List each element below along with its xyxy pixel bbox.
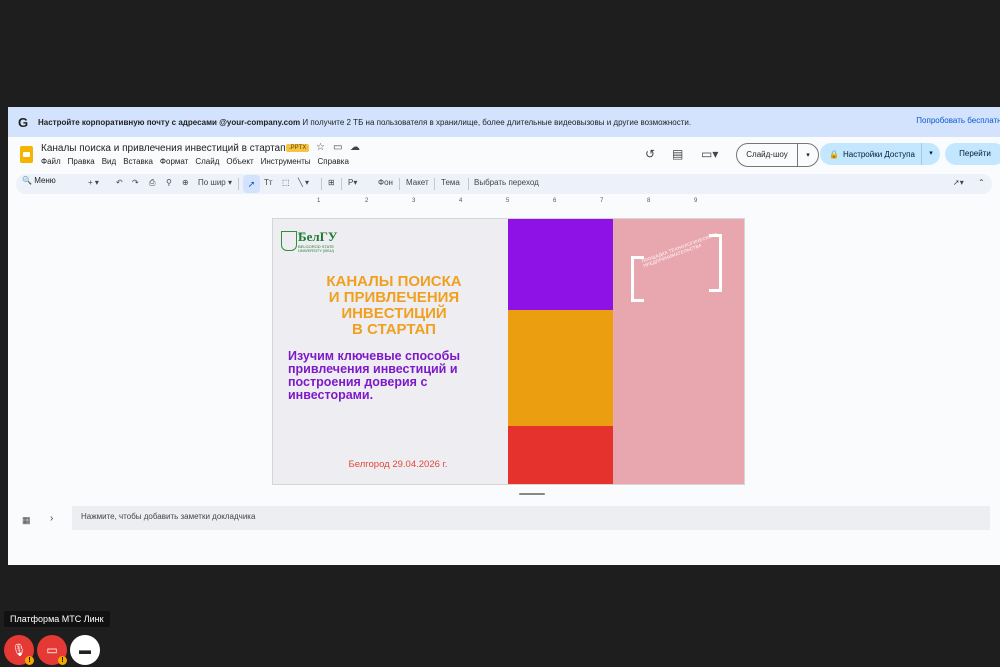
horizontal-ruler: 1 2 3 4 5 6 7 8 9 [317, 198, 698, 204]
mic-off-icon: 🎙 [11, 643, 27, 657]
menu-file[interactable]: Файл [41, 157, 61, 166]
menu-format[interactable]: Формат [160, 157, 188, 166]
paint-format-icon[interactable]: ⚲ [166, 178, 172, 187]
go-button[interactable]: Перейти [945, 143, 1000, 165]
resize-handle[interactable] [519, 493, 545, 495]
divider [468, 178, 469, 190]
divider [321, 178, 322, 190]
menu-bar: Файл Правка Вид Вставка Формат Слайд Объ… [41, 157, 356, 166]
promo-banner: G Настройте корпоративную почту с адреса… [8, 107, 1000, 137]
version-history-icon[interactable]: ↺ [645, 147, 655, 161]
grid-view-icon[interactable]: ▦ [22, 515, 31, 526]
pointer-icon[interactable]: ➚▾ [953, 178, 964, 187]
menu-object[interactable]: Объект [226, 157, 253, 166]
redo-icon[interactable]: ↷ [132, 178, 139, 187]
file-format-badge: .PPTX [286, 144, 310, 152]
warning-icon: ! [25, 656, 34, 665]
speaker-notes[interactable]: Нажмите, чтобы добавить заметки докладчи… [72, 506, 990, 530]
theme-button[interactable]: Тема [441, 178, 460, 187]
try-free-link[interactable]: Попробовать бесплатно [916, 116, 1000, 125]
menu-view[interactable]: Вид [102, 157, 116, 166]
slide-date[interactable]: Белгород 29.04.2026 г. [333, 459, 463, 470]
menu-slide[interactable]: Слайд [195, 157, 219, 166]
undo-icon[interactable]: ↶ [116, 178, 123, 187]
collapse-icon[interactable]: ⌃ [978, 178, 985, 187]
camera-off-button[interactable]: ▭ ! [37, 635, 67, 665]
lock-icon: 🔒 [829, 149, 839, 159]
crest-icon [281, 231, 297, 251]
move-folder-icon[interactable]: ▭ [333, 142, 342, 153]
title-bar: Каналы поиска и привлечения инвестиций в… [8, 137, 1000, 173]
purple-block [508, 219, 613, 310]
text-box-icon[interactable]: Tт [264, 178, 273, 187]
add-comment-icon[interactable]: ⊞ [328, 178, 335, 187]
platform-label: Платформа МТС Линк [4, 611, 110, 627]
cloud-status-icon[interactable]: ☁ [350, 142, 360, 153]
print-icon[interactable]: ⎙ [149, 178, 155, 188]
placeholder-icon[interactable]: P▾ [348, 178, 357, 187]
transition-button[interactable]: Выбрать переход [474, 178, 539, 187]
menu-edit[interactable]: Правка [68, 157, 95, 166]
chevron-down-icon[interactable]: ▾ [921, 143, 940, 165]
red-block [508, 426, 613, 484]
divider [434, 178, 435, 190]
screen-share-button[interactable]: ▬ [70, 635, 100, 665]
line-icon[interactable]: ╲ ▾ [298, 178, 309, 187]
menu-help[interactable]: Справка [318, 157, 349, 166]
chevron-right-icon[interactable]: › [50, 513, 53, 524]
layout-button[interactable]: Макет [406, 178, 429, 187]
slide-subtitle[interactable]: Изучим ключевые способы привлечения инве… [288, 350, 508, 402]
divider [341, 178, 342, 190]
slide-title[interactable]: КАНАЛЫ ПОИСКА И ПРИВЛЕЧЕНИЯ ИНВЕСТИЦИЙ В… [285, 274, 503, 338]
screen-share-icon: ▬ [79, 643, 91, 657]
divider [399, 178, 400, 190]
zoom-icon[interactable]: ⊕ [182, 178, 189, 187]
chevron-down-icon[interactable]: ▾ [798, 151, 818, 159]
document-title[interactable]: Каналы поиска и привлечения инвестиций в… [41, 143, 286, 154]
mic-off-button[interactable]: 🎙 ! [4, 635, 34, 665]
university-logo: НИУ БелГУ BELGOROD STATE UNIVERSITY (BSU… [281, 229, 343, 255]
add-icon[interactable]: + ▾ [88, 178, 99, 187]
menu-tools[interactable]: Инструменты [261, 157, 311, 166]
toolbar: 🔍 Меню + ▾ ↶ ↷ ⎙ ⚲ ⊕ По шир ▾ ➚ Tт ⬚ ╲ ▾… [16, 174, 992, 194]
camera-off-icon: ▭ [46, 643, 58, 657]
comments-icon[interactable]: ▤ [672, 147, 683, 161]
image-icon[interactable]: ⬚ [282, 178, 290, 187]
star-icon[interactable]: ☆ [316, 142, 325, 153]
slideshow-button[interactable]: Слайд-шоу ▾ [736, 143, 819, 167]
orange-block [508, 310, 613, 426]
google-logo-icon: G [18, 114, 29, 130]
share-button[interactable]: 🔒 Настройки Доступа ▾ [820, 143, 940, 165]
background-button[interactable]: Фон [378, 178, 393, 187]
select-cursor-icon[interactable]: ➚ [243, 175, 260, 193]
zoom-select[interactable]: По шир ▾ [198, 178, 232, 187]
promo-text: Настройте корпоративную почту с адресами… [38, 117, 692, 127]
meet-camera-icon[interactable]: ▭▾ [701, 147, 718, 161]
warning-icon: ! [58, 656, 67, 665]
slides-logo-icon[interactable] [20, 146, 33, 163]
menu-insert[interactable]: Вставка [123, 157, 153, 166]
divider [238, 178, 239, 190]
menu-search[interactable]: 🔍 Меню [22, 176, 56, 185]
slide-canvas[interactable]: НИУ БелГУ BELGOROD STATE UNIVERSITY (BSU… [272, 218, 745, 485]
browser-window: G Настройте корпоративную почту с адреса… [8, 107, 1000, 565]
